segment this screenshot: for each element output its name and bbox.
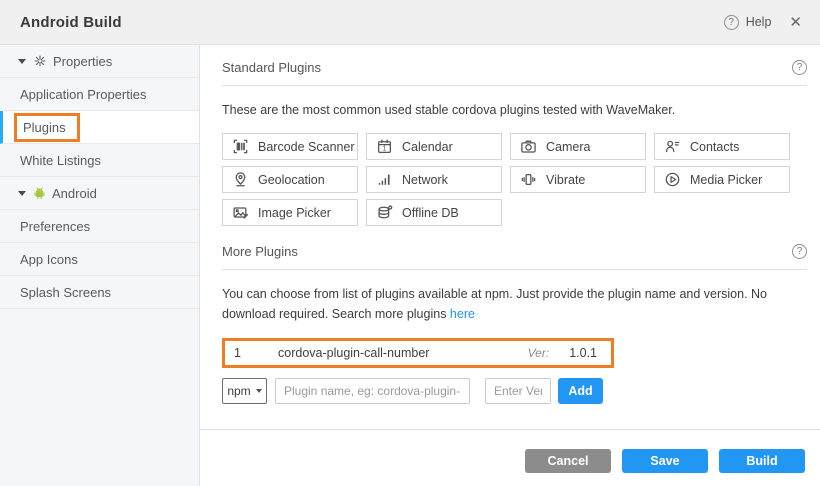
sidebar-group-android[interactable]: Android — [0, 177, 199, 210]
sidebar-item-preferences[interactable]: Preferences — [0, 210, 199, 243]
plugin-row-version: 1.0.1 — [569, 346, 597, 360]
chevron-down-icon — [18, 59, 26, 64]
plugin-button-offline-db[interactable]: Offline DB — [366, 199, 502, 226]
media-picker-icon — [664, 171, 681, 188]
more-plugins-header: More Plugins ? — [222, 244, 807, 270]
standard-plugins-header: Standard Plugins ? — [222, 60, 807, 86]
plugin-button-calendar[interactable]: 1 Calendar — [366, 133, 502, 160]
plugin-button-media-picker[interactable]: Media Picker — [654, 166, 790, 193]
plugin-button-vibrate[interactable]: Vibrate — [510, 166, 646, 193]
sidebar-item-plugins[interactable]: Plugins — [0, 111, 199, 144]
help-label[interactable]: Help — [746, 15, 772, 29]
installed-plugin-row: 1 cordova-plugin-call-number Ver: 1.0.1 — [222, 338, 614, 368]
build-button[interactable]: Build — [719, 449, 805, 473]
help-icon[interactable]: ? — [724, 15, 739, 30]
android-icon — [33, 186, 46, 200]
chevron-down-icon — [18, 191, 26, 196]
sidebar-item-app-icons[interactable]: App Icons — [0, 243, 199, 276]
add-plugin-form: npm Add — [222, 378, 807, 404]
plugin-row-index: 1 — [234, 346, 278, 360]
network-icon — [376, 171, 393, 188]
geolocation-icon — [232, 171, 249, 188]
annotation-highlight: Plugins — [14, 113, 80, 142]
dialog-footer: Cancel Save Build — [200, 429, 820, 486]
plugin-button-network[interactable]: Network — [366, 166, 502, 193]
sidebar-item-application-properties[interactable]: Application Properties — [0, 78, 199, 111]
plugin-button-contacts[interactable]: Contacts — [654, 133, 790, 160]
sidebar-group-label: Android — [52, 186, 97, 201]
more-plugins-description: You can choose from list of plugins avai… — [222, 285, 807, 324]
plugin-button-camera[interactable]: Camera — [510, 133, 646, 160]
sidebar-item-white-listings[interactable]: White Listings — [0, 144, 199, 177]
sidebar: Properties Application Properties Plugin… — [0, 45, 200, 486]
search-plugins-link[interactable]: here — [450, 307, 475, 321]
standard-plugins-grid: Barcode Scanner 1 Calendar — [222, 133, 807, 232]
gear-icon — [33, 54, 47, 68]
camera-icon — [520, 138, 537, 155]
close-icon[interactable]: ✕ — [789, 13, 802, 31]
plugin-row-version-label: Ver: — [528, 346, 550, 360]
plugin-button-image-picker[interactable]: Image Picker — [222, 199, 358, 226]
chevron-down-icon — [256, 389, 262, 393]
plugin-version-input[interactable] — [485, 378, 551, 404]
help-icon[interactable]: ? — [792, 60, 807, 75]
section-title: More Plugins — [222, 244, 298, 259]
page-title: Android Build — [20, 14, 122, 31]
header-actions: ? Help ✕ — [724, 13, 802, 31]
contacts-icon — [664, 138, 681, 155]
save-button[interactable]: Save — [622, 449, 708, 473]
sidebar-item-splash-screens[interactable]: Splash Screens — [0, 276, 199, 309]
help-icon[interactable]: ? — [792, 244, 807, 259]
main-content: Standard Plugins ? These are the most co… — [200, 45, 820, 486]
dialog-header: Android Build ? Help ✕ — [0, 0, 820, 45]
add-button[interactable]: Add — [558, 378, 603, 404]
plugin-button-geolocation[interactable]: Geolocation — [222, 166, 358, 193]
plugin-name-input[interactable] — [275, 378, 470, 404]
registry-select[interactable]: npm — [222, 378, 267, 404]
plugin-button-barcode-scanner[interactable]: Barcode Scanner — [222, 133, 358, 160]
sidebar-group-label: Properties — [53, 54, 112, 69]
barcode-scanner-icon — [232, 138, 249, 155]
image-picker-icon — [232, 204, 249, 221]
cancel-button[interactable]: Cancel — [525, 449, 611, 473]
vibrate-icon — [520, 171, 537, 188]
calendar-icon: 1 — [376, 138, 393, 155]
svg-text:1: 1 — [383, 146, 387, 153]
standard-plugins-description: These are the most common used stable co… — [222, 101, 807, 120]
offline-db-icon — [376, 204, 393, 221]
android-build-dialog: Android Build ? Help ✕ Properties Applic… — [0, 0, 820, 486]
plugin-row-name: cordova-plugin-call-number — [278, 346, 528, 360]
sidebar-group-properties[interactable]: Properties — [0, 45, 199, 78]
section-title: Standard Plugins — [222, 60, 321, 75]
